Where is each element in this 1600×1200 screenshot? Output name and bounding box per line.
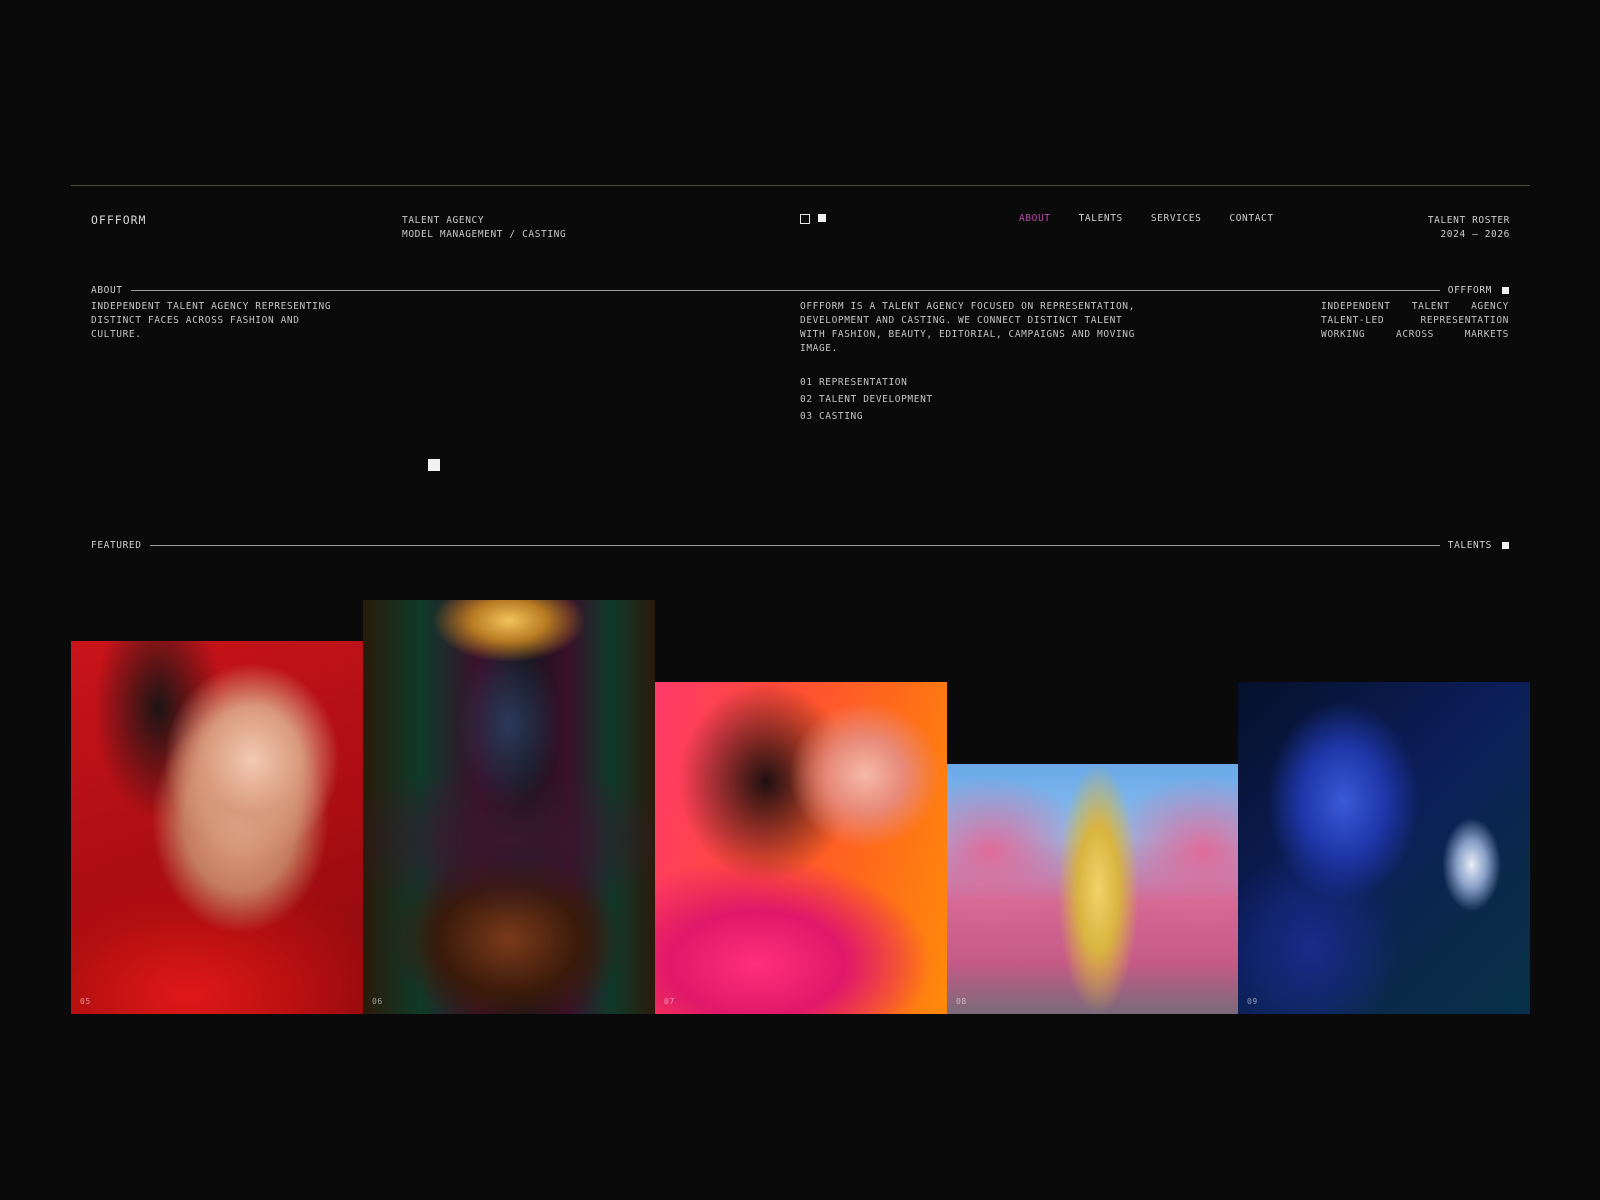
about-label: ABOUT <box>91 285 123 296</box>
card-number: 09 <box>1247 997 1258 1006</box>
card-number: 06 <box>372 997 383 1006</box>
talent-card-banquet-group[interactable]: 06 <box>363 600 655 1014</box>
card-number: 08 <box>956 997 967 1006</box>
tagline-line-2: MODEL MANAGEMENT / CASTING <box>402 229 567 240</box>
about-section-header: ABOUT OFFFORM <box>91 285 1509 296</box>
main-nav: ABOUT TALENTS SERVICES CONTACT <box>1019 213 1274 224</box>
card-number: 07 <box>664 997 675 1006</box>
about-intro-text: INDEPENDENT TALENT AGENCY REPRESENTING D… <box>91 301 332 340</box>
card-number: 05 <box>80 997 91 1006</box>
top-divider <box>71 185 1530 186</box>
talent-card-yellow-dress[interactable]: 08 <box>947 764 1238 1014</box>
nav-item-talents[interactable]: TALENTS <box>1079 213 1123 224</box>
services-list: 01 REPRESENTATION 02 TALENT DEVELOPMENT … <box>800 374 933 425</box>
talents-link[interactable]: TALENTS <box>1448 540 1492 551</box>
service-item: 01 REPRESENTATION <box>800 377 908 388</box>
talent-roster-label: TALENT ROSTER 2024 — 2026 <box>1428 214 1510 242</box>
service-item: 02 TALENT DEVELOPMENT <box>800 394 933 405</box>
nav-item-services[interactable]: SERVICES <box>1151 213 1202 224</box>
header-tagline: TALENT AGENCY MODEL MANAGEMENT / CASTING <box>402 214 566 242</box>
talent-card-blue-portrait[interactable]: 09 <box>1238 682 1530 1014</box>
outline-square-icon <box>800 214 810 224</box>
tagline-line-1: TALENT AGENCY <box>402 215 485 226</box>
featured-section-header: FEATURED TALENTS <box>91 540 1509 551</box>
roster-title: TALENT ROSTER <box>1427 215 1510 226</box>
about-tagline-right: INDEPENDENT TALENT AGENCY TALENT-LED REP… <box>1321 301 1509 340</box>
square-marker-icon <box>1502 287 1509 294</box>
about-divider <box>130 290 1440 291</box>
featured-divider <box>149 545 1440 546</box>
nav-item-contact[interactable]: CONTACT <box>1229 213 1273 224</box>
about-end-label: OFFFORM <box>1447 285 1492 296</box>
talent-card-neon-portrait[interactable]: 07 <box>655 682 947 1014</box>
brand-logo[interactable]: OFFFORM <box>91 213 146 227</box>
roster-years: 2024 — 2026 <box>1440 229 1510 240</box>
featured-label: FEATURED <box>91 540 142 551</box>
nav-item-about[interactable]: ABOUT <box>1019 213 1051 224</box>
square-marker-icon <box>1502 542 1509 549</box>
service-item: 03 CASTING <box>800 411 864 422</box>
talent-card-red-portrait[interactable]: 05 <box>71 641 363 1014</box>
about-description: OFFFORM IS A TALENT AGENCY FOCUSED ON RE… <box>800 301 1135 354</box>
filled-square-icon <box>818 214 826 222</box>
decorative-square-icon <box>428 459 440 471</box>
